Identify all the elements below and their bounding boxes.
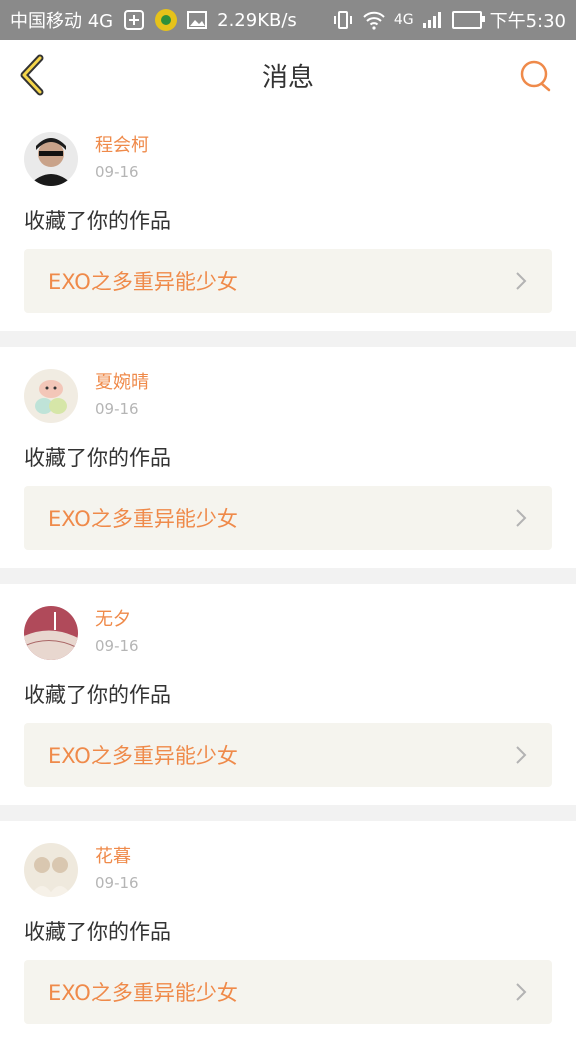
- username[interactable]: 夏婉晴: [95, 372, 149, 394]
- search-button[interactable]: [518, 58, 554, 94]
- avatar[interactable]: [24, 132, 78, 186]
- message-card: 程会柯 09-16 收藏了你的作品 EXO之多重异能少女: [0, 110, 576, 331]
- signal-icon: [422, 11, 444, 29]
- action-text: 收藏了你的作品: [24, 209, 171, 233]
- message-date: 09-16: [95, 874, 139, 892]
- user-row: 花暮 09-16: [24, 843, 139, 897]
- status-bar: 中国移动 4G 2.29KB/s 4G 下午5:30: [0, 0, 576, 40]
- work-title: EXO之多重异能少女: [48, 270, 238, 294]
- username[interactable]: 无夕: [95, 609, 139, 631]
- username[interactable]: 花暮: [95, 846, 139, 868]
- user-row: 无夕 09-16: [24, 606, 139, 660]
- carrier-label: 中国移动 4G: [10, 11, 114, 32]
- message-date: 09-16: [95, 400, 139, 418]
- avatar[interactable]: [24, 843, 78, 897]
- user-row: 夏婉晴 09-16: [24, 369, 149, 423]
- vibrate-icon: [332, 10, 354, 30]
- network-speed: 2.29KB/s: [217, 9, 297, 31]
- chevron-right-icon: [516, 746, 527, 764]
- chevron-right-icon: [516, 983, 527, 1001]
- app-header: 消息: [0, 40, 576, 111]
- battery-charging-icon: [451, 11, 485, 29]
- action-text: 收藏了你的作品: [24, 446, 171, 470]
- chevron-right-icon: [516, 272, 527, 290]
- app-badge-icon: [155, 9, 178, 31]
- image-icon: [187, 11, 208, 29]
- message-feed: 程会柯 09-16 收藏了你的作品 EXO之多重异能少女 夏婉晴 09-16 收…: [0, 110, 576, 1042]
- clock: 下午5:30: [489, 11, 566, 32]
- chevron-right-icon: [516, 509, 527, 527]
- avatar[interactable]: [24, 606, 78, 660]
- divider: [0, 568, 576, 584]
- action-text: 收藏了你的作品: [24, 920, 171, 944]
- work-title: EXO之多重异能少女: [48, 744, 238, 768]
- username[interactable]: 程会柯: [95, 135, 149, 157]
- divider: [0, 805, 576, 821]
- search-icon: [520, 60, 551, 92]
- wifi-icon: [362, 10, 386, 30]
- work-link[interactable]: EXO之多重异能少女: [24, 960, 552, 1024]
- network-type: 4G: [393, 12, 414, 28]
- avatar[interactable]: [24, 369, 78, 423]
- work-link[interactable]: EXO之多重异能少女: [24, 723, 552, 787]
- action-text: 收藏了你的作品: [24, 683, 171, 707]
- user-row: 程会柯 09-16: [24, 132, 149, 186]
- work-link[interactable]: EXO之多重异能少女: [24, 486, 552, 550]
- work-link[interactable]: EXO之多重异能少女: [24, 249, 552, 313]
- message-date: 09-16: [95, 163, 139, 181]
- work-title: EXO之多重异能少女: [48, 981, 238, 1005]
- page-title: 消息: [261, 62, 314, 93]
- message-card: 夏婉晴 09-16 收藏了你的作品 EXO之多重异能少女: [0, 347, 576, 568]
- plus-box-icon: [123, 9, 145, 31]
- message-card: 花暮 09-16 收藏了你的作品 EXO之多重异能少女: [0, 821, 576, 1042]
- message-date: 09-16: [95, 637, 139, 655]
- back-chevron-icon: [20, 54, 44, 96]
- message-card: 无夕 09-16 收藏了你的作品 EXO之多重异能少女: [0, 584, 576, 805]
- back-button[interactable]: [14, 54, 54, 96]
- work-title: EXO之多重异能少女: [48, 507, 238, 531]
- divider: [0, 331, 576, 347]
